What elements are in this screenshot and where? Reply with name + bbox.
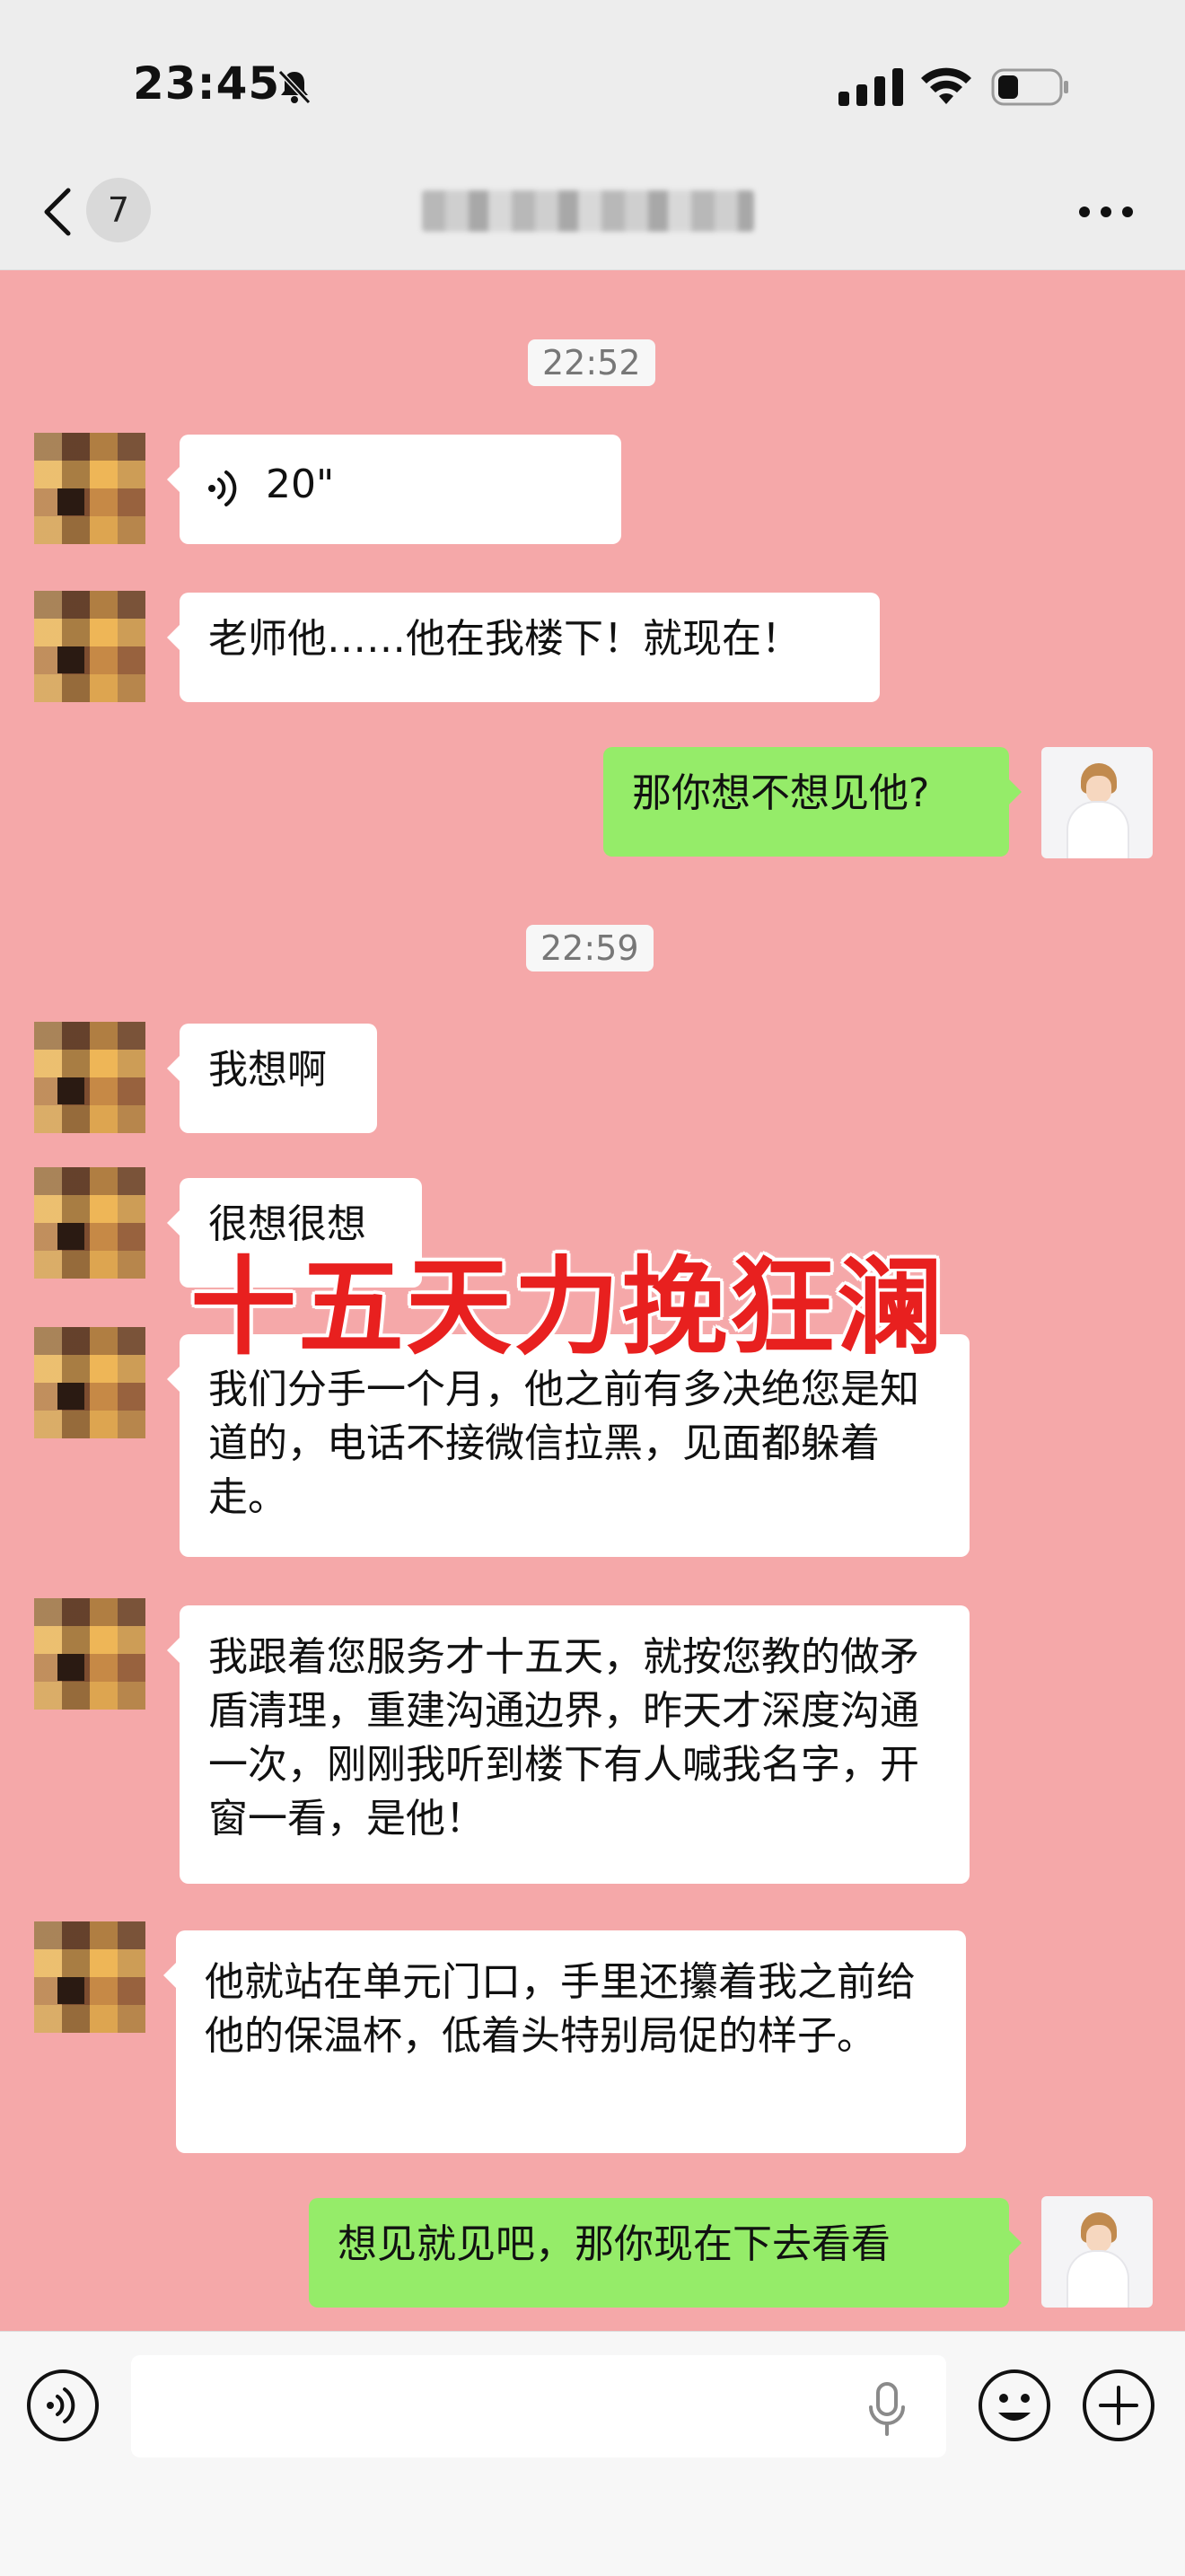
plus-icon[interactable]: [1081, 2368, 1156, 2443]
microphone-icon[interactable]: [864, 2380, 910, 2440]
cellular-signal-icon: [838, 68, 903, 106]
more-dots-icon[interactable]: [1077, 203, 1135, 221]
contact-avatar[interactable]: [34, 433, 145, 544]
sent-message-bubble[interactable]: 想见就见吧，那你现在下去看看: [309, 2198, 1022, 2308]
unread-count-badge[interactable]: 7: [86, 178, 151, 242]
message-text: 老师他……他在我楼下！就现在！: [208, 616, 801, 662]
my-avatar[interactable]: [1041, 2196, 1153, 2308]
timestamp: 22:59: [526, 925, 654, 971]
overlay-headline: 十五天力挽狂澜: [190, 1245, 945, 1369]
chat-header: 7: [0, 153, 1185, 270]
message-text: 那你想不想见他?: [632, 770, 930, 816]
contact-avatar[interactable]: [34, 1022, 145, 1133]
message-bubble[interactable]: 老师他……他在我楼下！就现在！: [167, 593, 880, 702]
emoji-icon[interactable]: [977, 2368, 1052, 2443]
timestamp: 22:52: [528, 339, 655, 386]
message-bubble[interactable]: 我想啊: [167, 1024, 377, 1133]
voice-duration: 20": [266, 462, 335, 507]
message-input[interactable]: [131, 2355, 946, 2457]
contact-avatar[interactable]: [34, 591, 145, 702]
voice-toggle-icon[interactable]: [25, 2368, 101, 2443]
message-text: 我们分手一个月，他之前有多决绝您是知道的，电话不接微信拉黑，见面都躲着走。: [208, 1367, 919, 1520]
message-bubble[interactable]: 他就站在单元门口，手里还攥着我之前给他的保温杯，低着头特别局促的样子。: [163, 1930, 966, 2153]
chat-title-blurred: [422, 190, 754, 232]
contact-avatar[interactable]: [34, 1327, 145, 1438]
contact-avatar[interactable]: [34, 1167, 145, 1279]
contact-avatar[interactable]: [34, 1598, 145, 1710]
voice-wave-icon: [208, 470, 237, 506]
message-text: 我想啊: [208, 1047, 327, 1093]
sent-message-bubble[interactable]: 那你想不想见他?: [603, 747, 1022, 857]
message-text: 想见就见吧，那你现在下去看看: [338, 2221, 891, 2267]
status-bar: 23:45: [0, 0, 1185, 153]
battery-icon: [991, 68, 1068, 106]
message-bubble[interactable]: 我跟着您服务才十五天，就按您教的做矛盾清理，重建沟通边界，昨天才深度沟通一次，刚…: [167, 1605, 970, 1884]
my-avatar[interactable]: [1041, 747, 1153, 858]
wifi-icon: [921, 67, 971, 104]
voice-message-bubble[interactable]: 20": [167, 435, 621, 544]
contact-avatar[interactable]: [34, 1921, 145, 2033]
message-text: 他就站在单元门口，手里还攥着我之前给他的保温杯，低着头特别局促的样子。: [205, 1959, 916, 2059]
bell-muted-icon: [277, 69, 312, 105]
message-text: 很想很想: [208, 1201, 366, 1247]
status-time: 23:45: [133, 57, 281, 110]
message-text: 我跟着您服务才十五天，就按您教的做矛盾清理，重建沟通边界，昨天才深度沟通一次，刚…: [208, 1634, 919, 1842]
chevron-left-icon[interactable]: [36, 185, 81, 239]
input-bar: [0, 2331, 1185, 2576]
